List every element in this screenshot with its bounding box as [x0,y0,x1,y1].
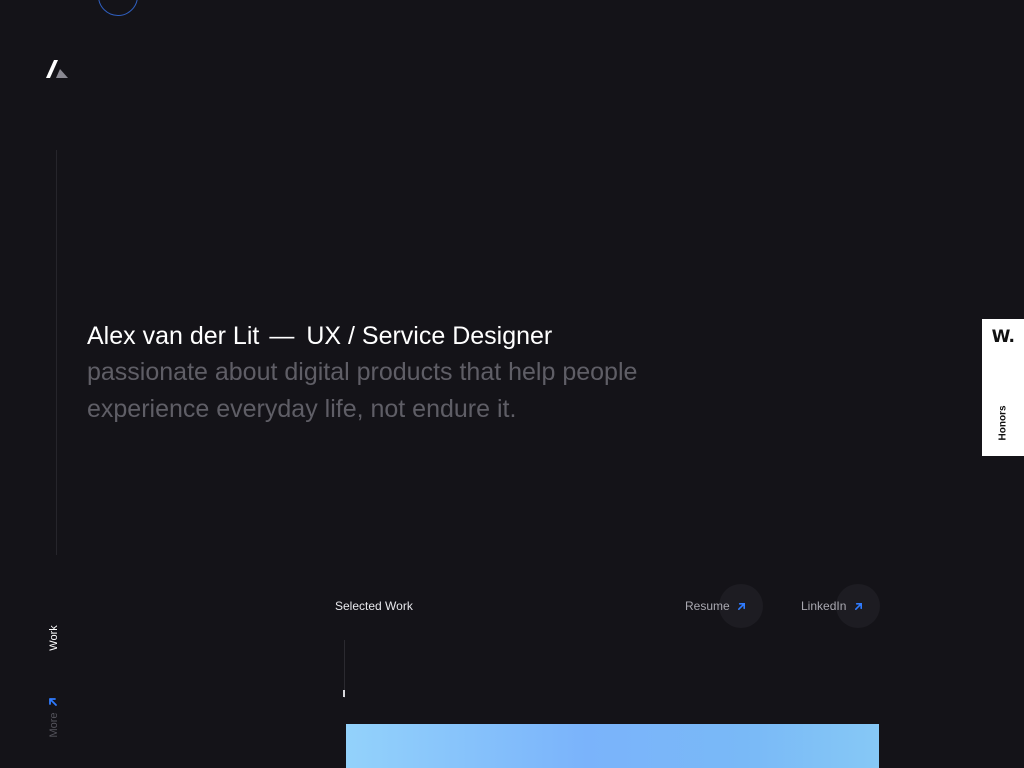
arrow-up-right-icon [854,602,862,611]
honors-tab[interactable]: W. Honors [982,319,1024,456]
side-nav-work[interactable]: Work [48,625,60,650]
project-preview-card[interactable] [346,724,879,768]
hero-dash: — [269,322,295,350]
hero-name: Alex van der Lit [87,322,260,350]
section-title: Selected Work [335,599,413,613]
arrow-up-right-icon [738,602,746,611]
linkedin-link-label: LinkedIn [801,599,847,613]
side-nav-more[interactable]: More [48,712,60,737]
honors-badge: W. [991,327,1015,347]
arrow-up-left-icon [49,698,57,706]
honors-label: Honors [997,405,1009,441]
page: Alex van der Lit — UX / Service Designer p… [0,0,1024,768]
hero-title: Alex van der Lit — UX / Service Designer [87,318,727,354]
hero: Alex van der Lit — UX / Service Designer p… [87,318,727,428]
vertical-divider [56,150,57,555]
cursor-ring [98,0,138,16]
resume-link[interactable]: Resume [685,584,763,628]
hero-role: UX / Service Designer [306,322,553,350]
logo-icon[interactable] [46,60,68,78]
work-timeline-marker [343,690,345,697]
resume-link-label: Resume [685,599,730,613]
hero-tagline: passionate about digital products that h… [87,358,638,423]
linkedin-link[interactable]: LinkedIn [801,584,880,628]
